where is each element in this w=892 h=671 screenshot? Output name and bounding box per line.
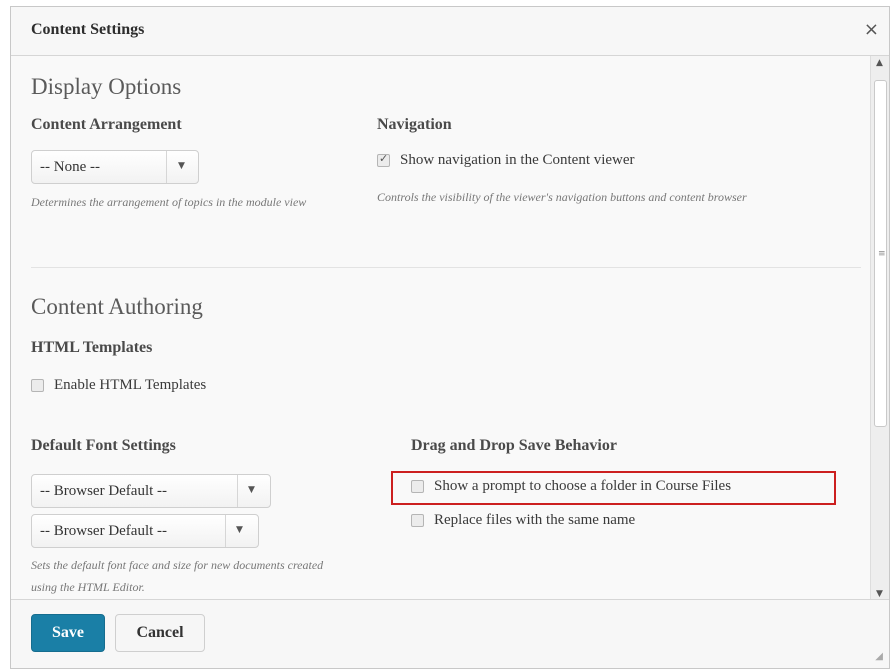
vertical-scrollbar[interactable]: ▲ ≡ ▼ [870,56,889,601]
enable-html-templates-checkbox[interactable] [31,379,44,392]
content-arrangement-select[interactable]: -- None -- ▼ [31,150,199,184]
replace-files-checkbox[interactable] [411,514,424,527]
show-folder-prompt-option[interactable]: Show a prompt to choose a folder in Cour… [411,478,731,495]
chevron-down-icon: ▼ [236,525,243,535]
font-size-select[interactable]: -- Browser Default -- ▼ [31,514,259,548]
select-divider [237,475,238,507]
replace-files-option[interactable]: Replace files with the same name [411,512,635,529]
font-face-select[interactable]: -- Browser Default -- ▼ [31,474,271,508]
default-font-help: Sets the default font face and size for … [31,558,324,594]
scroll-up-icon[interactable]: ▲ [876,58,883,68]
save-button[interactable]: Save [31,614,105,652]
display-options-heading: Display Options [31,74,182,99]
html-templates-label: HTML Templates [31,339,153,356]
font-size-value: -- Browser Default -- [40,523,168,539]
content-arrangement-help: Determines the arrangement of topics in … [31,195,307,209]
show-navigation-label: Show navigation in the Content viewer [400,152,635,168]
show-navigation-option[interactable]: Show navigation in the Content viewer [377,152,635,169]
chevron-down-icon: ▼ [178,161,185,171]
enable-html-templates-option[interactable]: Enable HTML Templates [31,377,206,394]
show-folder-prompt-label: Show a prompt to choose a folder in Cour… [434,478,732,494]
content-authoring-heading: Content Authoring [31,294,203,319]
font-face-value: -- Browser Default -- [40,483,168,499]
show-folder-prompt-checkbox[interactable] [411,480,424,493]
section-divider [31,267,861,268]
select-divider [166,151,167,183]
replace-files-label: Replace files with the same name [434,512,636,528]
resize-handle-icon[interactable]: ◢ [875,651,883,662]
chevron-down-icon: ▼ [248,485,255,495]
content-arrangement-label: Content Arrangement [31,116,182,133]
drag-drop-label: Drag and Drop Save Behavior [411,437,617,454]
close-icon[interactable]: × [864,19,879,40]
dialog-titlebar: Content Settings × [11,7,889,56]
default-font-settings-label: Default Font Settings [31,437,176,454]
dialog-content: Display Options Content Arrangement -- N… [11,56,871,601]
cancel-button[interactable]: Cancel [115,614,205,652]
dialog-title: Content Settings [31,21,145,38]
content-arrangement-value: -- None -- [40,159,100,175]
grip-icon: ≡ [878,249,886,259]
navigation-label: Navigation [377,116,452,133]
enable-html-templates-label: Enable HTML Templates [54,377,207,393]
navigation-help: Controls the visibility of the viewer's … [377,190,747,204]
select-divider [225,515,226,547]
scroll-down-icon[interactable]: ▼ [876,589,883,599]
scrollbar-thumb[interactable]: ≡ [874,80,887,427]
dialog-footer: Save Cancel ◢ [11,599,889,668]
show-navigation-checkbox[interactable] [377,152,390,167]
content-settings-dialog: Content Settings × Display Options Conte… [10,6,890,669]
